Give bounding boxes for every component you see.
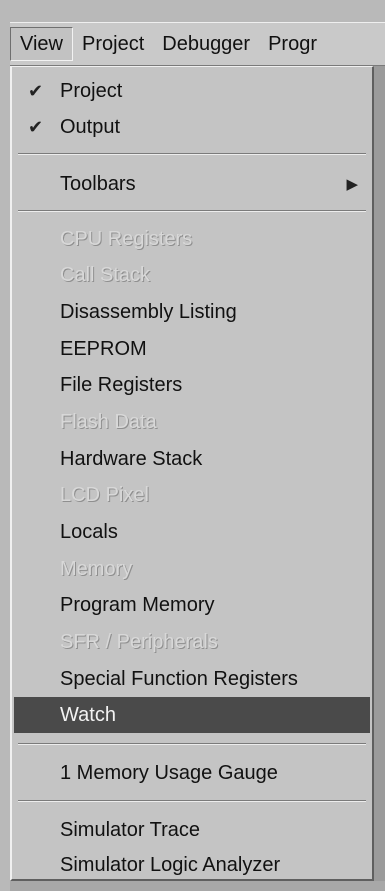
menu-separator xyxy=(18,743,366,745)
menu-item-call-stack: Call Stack xyxy=(12,257,372,293)
menu-item-label: Hardware Stack xyxy=(60,447,203,470)
menu-separator xyxy=(18,210,366,212)
screen: View Project Debugger Progr ✔ Project ✔ … xyxy=(0,0,385,891)
menu-item-memory-usage-gauge[interactable]: 1 Memory Usage Gauge xyxy=(12,755,372,791)
menu-item-label: File Registers xyxy=(60,373,183,396)
menu-item-locals[interactable]: Locals xyxy=(12,514,372,550)
menu-item-label: Program Memory xyxy=(60,593,215,616)
menu-item-label: LCD Pixel xyxy=(60,483,149,506)
menu-item-file-registers[interactable]: File Registers xyxy=(12,367,372,403)
menu-separator xyxy=(18,800,366,802)
menu-item-label: CPU Registers xyxy=(60,227,193,250)
view-menu-dropdown: ✔ Project ✔ Output Toolbars ▶ CPU Regist… xyxy=(10,66,374,881)
menu-item-output[interactable]: ✔ Output xyxy=(12,109,372,145)
menu-item-label: Simulator Logic Analyzer xyxy=(60,853,281,876)
menu-item-label: Memory xyxy=(60,557,133,580)
menu-view[interactable]: View xyxy=(10,27,73,61)
menu-item-label: EEPROM xyxy=(60,337,147,360)
menu-item-watch[interactable]: Watch xyxy=(14,697,370,733)
menu-item-disassembly-listing[interactable]: Disassembly Listing xyxy=(12,294,372,330)
menu-item-project[interactable]: ✔ Project xyxy=(12,73,372,109)
menu-programmer[interactable]: Progr xyxy=(259,27,326,61)
menu-item-label: Call Stack xyxy=(60,263,151,286)
menu-item-label: Toolbars xyxy=(60,172,136,195)
menu-item-special-function-registers[interactable]: Special Function Registers xyxy=(12,661,372,697)
submenu-arrow-icon: ▶ xyxy=(346,176,358,193)
menu-debugger[interactable]: Debugger xyxy=(153,27,259,61)
menu-item-label: Watch xyxy=(60,703,116,726)
menu-item-lcd-pixel: LCD Pixel xyxy=(12,477,372,513)
menu-item-label: Simulator Trace xyxy=(60,818,201,841)
menu-item-label: Flash Data xyxy=(60,410,157,433)
menu-item-label: Locals xyxy=(60,520,118,543)
menu-item-label: Disassembly Listing xyxy=(60,300,237,323)
menu-project[interactable]: Project xyxy=(73,27,153,61)
menu-item-label: Output xyxy=(60,115,121,138)
menu-bar: View Project Debugger Progr xyxy=(10,22,385,66)
menu-item-simulator-trace[interactable]: Simulator Trace xyxy=(12,812,372,848)
menu-item-program-memory[interactable]: Program Memory xyxy=(12,587,372,623)
menu-item-label: 1 Memory Usage Gauge xyxy=(60,761,278,784)
menu-item-flash-data: Flash Data xyxy=(12,404,372,440)
menu-item-hardware-stack[interactable]: Hardware Stack xyxy=(12,441,372,477)
menu-item-cpu-registers: CPU Registers xyxy=(12,221,372,257)
menu-item-simulator-logic-analyzer[interactable]: Simulator Logic Analyzer xyxy=(12,847,372,883)
menu-item-label: Project xyxy=(60,79,123,102)
menu-separator xyxy=(18,153,366,155)
menu-item-memory: Memory xyxy=(12,551,372,587)
menu-item-label: Special Function Registers xyxy=(60,667,298,690)
menu-item-sfr-peripherals: SFR / Peripherals xyxy=(12,624,372,660)
menu-item-label: SFR / Peripherals xyxy=(60,630,218,653)
dropdown-shadow xyxy=(374,66,385,891)
menu-item-toolbars[interactable]: Toolbars ▶ xyxy=(12,166,372,202)
checkmark-icon: ✔ xyxy=(28,116,44,137)
menu-item-eeprom[interactable]: EEPROM xyxy=(12,331,372,367)
checkmark-icon: ✔ xyxy=(28,80,44,101)
